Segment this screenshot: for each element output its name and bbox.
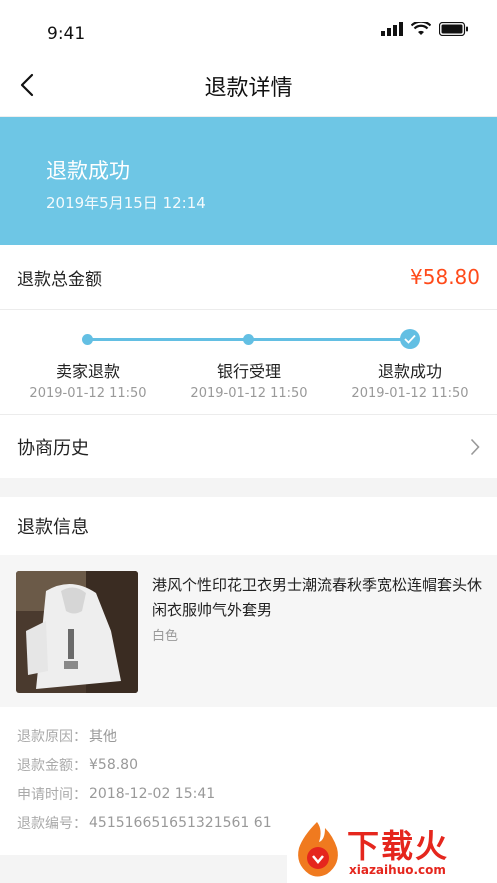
status-time: 9:41 — [47, 24, 86, 44]
info-value: 其他 — [89, 728, 117, 745]
banner-date: 2019年5月15日 12:14 — [46, 194, 206, 212]
step-label: 退款成功 — [377, 362, 442, 381]
step-label: 银行受理 — [216, 362, 281, 381]
info-key: 退款金额： — [17, 757, 87, 774]
negotiation-history-row[interactable]: 协商历史 — [0, 415, 497, 478]
status-bar: 9:41 — [0, 0, 497, 56]
step-time: 2019-01-12 11:50 — [190, 386, 308, 401]
info-value: ¥58.80 — [89, 756, 138, 773]
signal-icon — [381, 22, 403, 36]
page-title: 退款详情 — [204, 76, 293, 101]
history-label: 协商历史 — [17, 437, 89, 459]
step-time: 2019-01-12 11:50 — [29, 386, 147, 401]
watermark: 下载火 xiazaihuo.com — [287, 815, 497, 883]
refund-info-title: 退款信息 — [0, 497, 497, 555]
refund-total-amount: ¥58.80 — [410, 265, 480, 289]
banner-title: 退款成功 — [46, 159, 130, 183]
progress-step: 银行受理 2019-01-12 11:50 — [174, 358, 324, 401]
refund-total-row: 退款总金额 ¥58.80 — [0, 245, 497, 310]
info-key: 退款原因： — [17, 728, 87, 745]
product-title: 港风个性印花卫衣男士潮流春秋季宽松连帽套头休闲衣服帅气外套男 — [152, 576, 483, 619]
info-key: 退款编号： — [17, 815, 87, 832]
nav-bar: 退款详情 — [0, 56, 497, 117]
info-row-apply-time: 申请时间： 2018-12-02 15:41 — [0, 779, 497, 808]
step-label: 卖家退款 — [55, 362, 120, 381]
progress-step: 退款成功 2019-01-12 11:50 — [335, 358, 485, 401]
status-banner: 退款成功 2019年5月15日 12:14 — [0, 117, 497, 245]
refund-total-label: 退款总金额 — [17, 269, 102, 290]
status-icons — [381, 22, 469, 36]
chevron-right-icon — [470, 438, 480, 455]
info-value: 2018-12-02 15:41 — [89, 785, 216, 802]
product-image — [16, 571, 138, 693]
info-row-amount: 退款金额： ¥58.80 — [0, 750, 497, 779]
watermark-url: xiazaihuo.com — [349, 863, 446, 877]
battery-icon — [439, 22, 468, 36]
refund-progress: 卖家退款 2019-01-12 11:50 银行受理 2019-01-12 11… — [0, 310, 497, 415]
info-row-reason: 退款原因： 其他 — [0, 721, 497, 750]
progress-check-icon — [400, 329, 420, 349]
info-key: 申请时间： — [17, 786, 87, 803]
wifi-icon — [411, 22, 431, 35]
progress-step: 卖家退款 2019-01-12 11:50 — [13, 358, 163, 401]
progress-dot-2 — [243, 334, 254, 345]
info-value: 451516651651321561 61 — [89, 814, 272, 831]
product-card[interactable]: 港风个性印花卫衣男士潮流春秋季宽松连帽套头休闲衣服帅气外套男 白色 — [0, 555, 497, 707]
flame-logo-icon — [298, 822, 338, 877]
progress-dot-1 — [82, 334, 93, 345]
step-time: 2019-01-12 11:50 — [351, 386, 469, 401]
product-color: 白色 — [152, 629, 179, 644]
watermark-brand: 下载火 — [347, 827, 450, 865]
